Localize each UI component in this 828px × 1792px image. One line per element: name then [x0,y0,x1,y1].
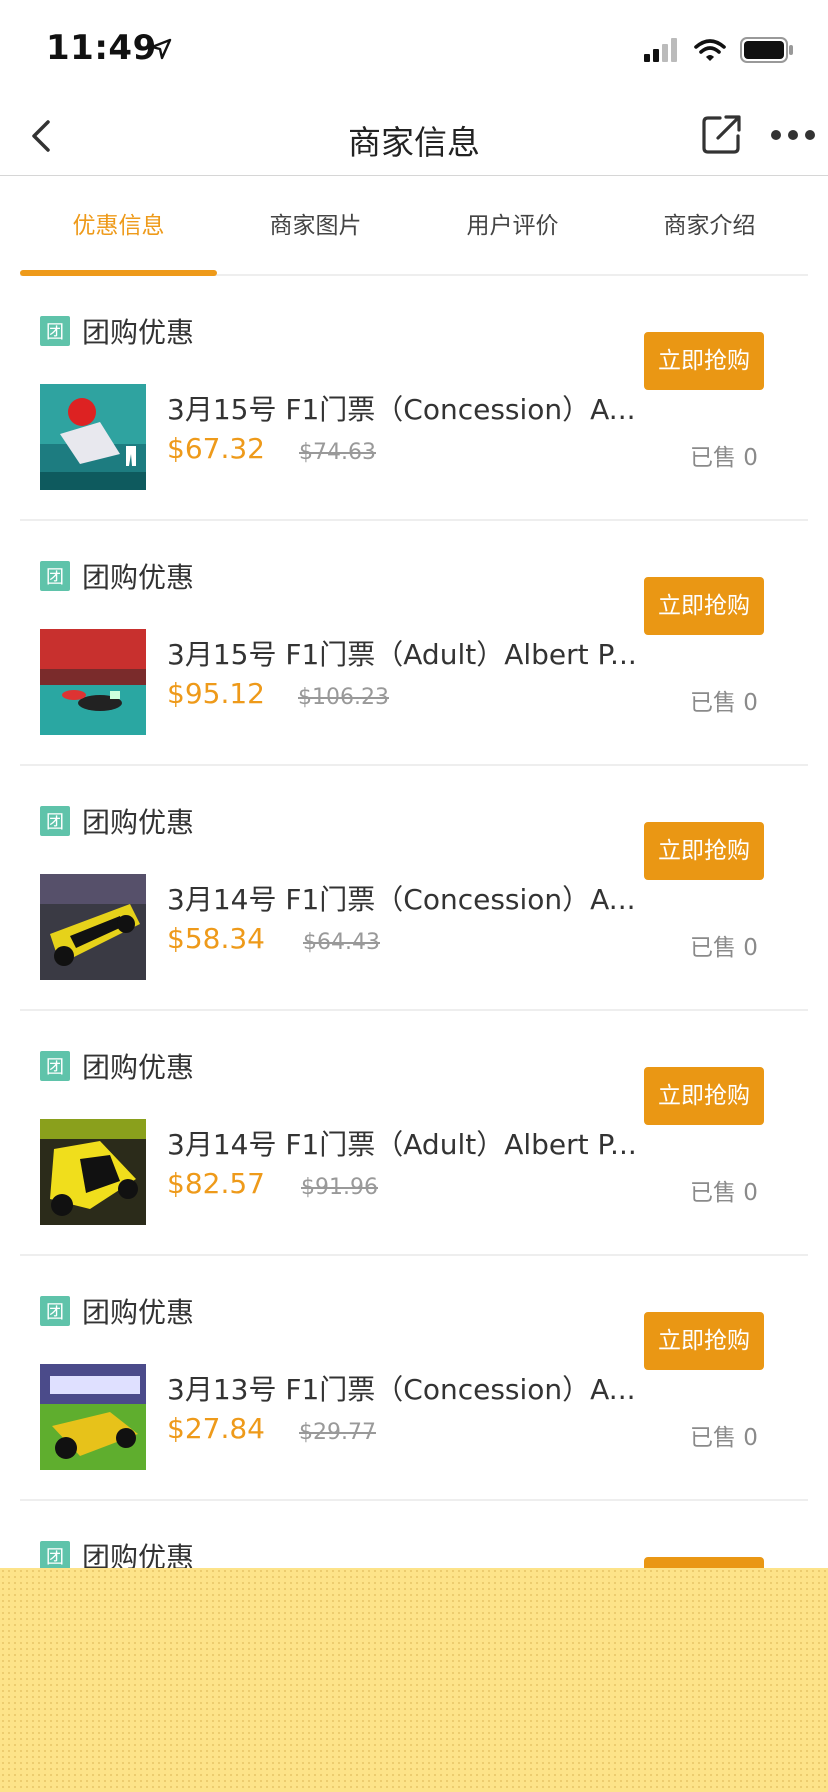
deal-tag-label: 团购优惠 [82,1296,195,1329]
deal-tag: 团 团购优惠 [40,1046,194,1086]
deal-price: $67.32 [167,432,265,465]
cellular-signal-icon [644,38,677,62]
share-icon [702,115,741,154]
share-button[interactable] [700,112,744,156]
deal-original-price: $64.43 [303,930,380,955]
deal-tag: 团 团购优惠 [40,556,194,596]
status-indicators [644,36,794,64]
bottom-overlay [0,1568,828,1792]
buy-now-button[interactable]: 立即抢购 [644,1067,764,1125]
buy-now-button[interactable]: 立即抢购 [644,577,764,635]
deal-price: $95.12 [167,677,265,710]
tab-bar: 优惠信息 商家图片 用户评价 商家介绍 [20,176,808,276]
deal-thumbnail[interactable] [40,874,146,980]
wifi-icon [694,39,726,61]
tab-photos[interactable]: 商家图片 [217,176,414,274]
deal-original-price: $91.96 [301,1175,378,1200]
list-item[interactable]: 团 团购优惠 3月15号 F1门票（Adult）Albert P... $95.… [20,521,808,766]
group-buy-icon: 团 [40,806,70,836]
status-time: 11:49 [46,28,157,68]
sold-count: 已售 0 [690,935,758,961]
deal-price: $27.84 [167,1412,265,1445]
buy-now-button[interactable]: 立即抢购 [644,332,764,390]
list-item[interactable]: 团 团购优惠 3月14号 F1门票（Concession）A... $58.34… [20,766,808,1011]
nav-bar: 商家信息 [0,100,828,176]
deal-tag-label: 团购优惠 [82,1051,195,1084]
battery-icon [740,37,793,63]
deal-tag-label: 团购优惠 [82,806,195,839]
deal-price: $58.34 [167,922,265,955]
deal-thumbnail[interactable] [40,384,146,490]
deal-tag-label: 团购优惠 [82,561,195,594]
deal-tag-label: 团购优惠 [82,316,195,349]
deal-price: $82.57 [167,1167,265,1200]
location-arrow-icon [150,38,172,60]
group-buy-icon: 团 [40,1051,70,1081]
more-button[interactable] [770,122,816,148]
buy-now-button[interactable]: 立即抢购 [644,822,764,880]
sold-count: 已售 0 [690,690,758,716]
group-buy-icon: 团 [40,316,70,346]
deal-original-price: $29.77 [299,1420,376,1445]
sold-count: 已售 0 [690,1425,758,1451]
deal-tag: 团 团购优惠 [40,1291,194,1331]
list-item[interactable]: 团 团购优惠 3月14号 F1门票（Adult）Albert P... $82.… [20,1011,808,1256]
deal-title: 3月13号 F1门票（Concession）A... [167,1373,636,1406]
tab-about-label: 商家介绍 [663,213,756,239]
deal-thumbnail[interactable] [40,629,146,735]
more-dots-icon [771,130,815,140]
deal-title: 3月15号 F1门票（Concession）A... [167,393,636,426]
deal-title: 3月15号 F1门票（Adult）Albert P... [167,638,637,671]
deal-thumbnail[interactable] [40,1119,146,1225]
deal-tag: 团 团购优惠 [40,311,194,351]
group-buy-icon: 团 [40,1296,70,1326]
deal-tag: 团 团购优惠 [40,801,194,841]
buy-now-button[interactable]: 立即抢购 [644,1312,764,1370]
group-buy-icon: 团 [40,561,70,591]
deal-thumbnail[interactable] [40,1364,146,1470]
deal-original-price: $106.23 [298,685,389,710]
tab-about[interactable]: 商家介绍 [611,176,808,274]
tab-photos-label: 商家图片 [269,213,362,239]
tab-reviews[interactable]: 用户评价 [414,176,611,274]
tab-offers-label: 优惠信息 [72,213,165,239]
status-bar: 11:49 [0,0,828,100]
deal-original-price: $74.63 [299,440,376,465]
list-item[interactable]: 团 团购优惠 3月15号 F1门票（Concession）A... $67.32… [20,276,808,521]
list-item[interactable]: 团 团购优惠 3月13号 F1门票（Concession）A... $27.84… [20,1256,808,1501]
tab-offers[interactable]: 优惠信息 [20,176,217,276]
deal-title: 3月14号 F1门票（Adult）Albert P... [167,1128,637,1161]
sold-count: 已售 0 [690,1180,758,1206]
group-buy-icon: 团 [40,1541,70,1571]
tab-reviews-label: 用户评价 [466,213,559,239]
sold-count: 已售 0 [690,445,758,471]
deal-title: 3月14号 F1门票（Concession）A... [167,883,636,916]
